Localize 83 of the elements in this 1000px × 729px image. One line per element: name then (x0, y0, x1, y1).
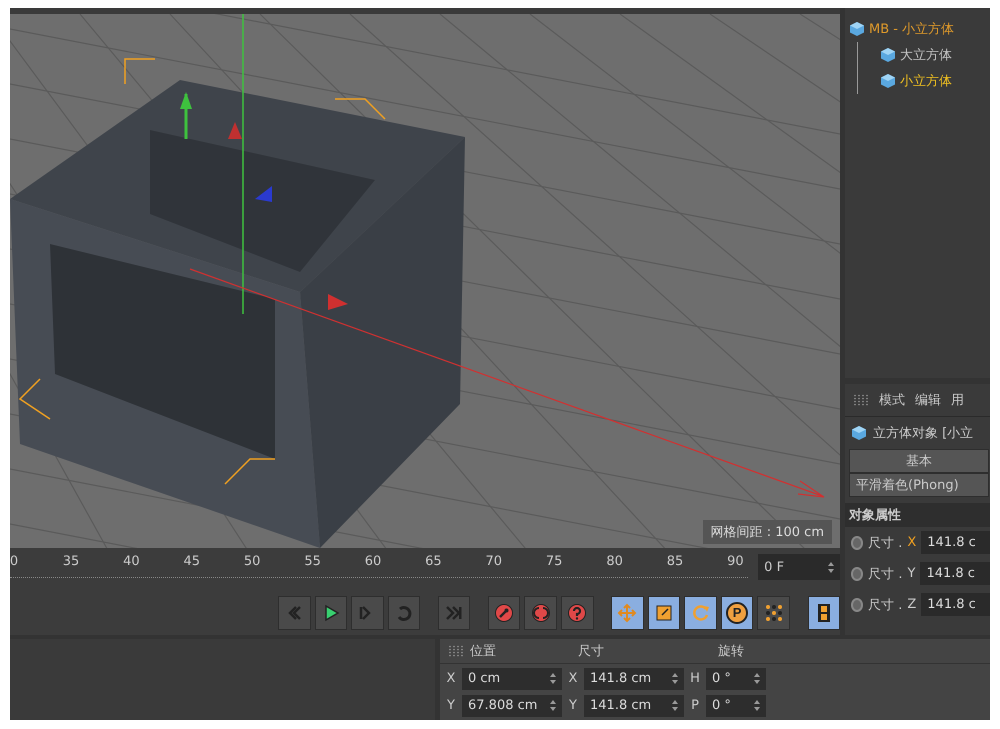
timeline-button[interactable] (808, 596, 840, 630)
animation-radio[interactable] (851, 566, 864, 580)
cube-icon (880, 47, 896, 63)
spinner-arrows-icon[interactable] (754, 673, 760, 684)
coordinate-field[interactable]: 0 cm (462, 668, 562, 690)
coordinate-field[interactable]: 141.8 cm (584, 668, 684, 690)
attribute-tab[interactable]: 基本 (849, 449, 989, 473)
animation-radio[interactable] (851, 598, 864, 612)
axis-label: X (446, 671, 456, 686)
frame-number: 90 (727, 554, 744, 569)
key-icon (494, 602, 514, 622)
frame-number: 0 (10, 554, 18, 569)
3d-viewport[interactable]: 网格间距 : 100 cm (10, 8, 840, 548)
menu-item[interactable]: 用 (951, 391, 964, 409)
rotate-icon (690, 602, 711, 622)
cube-icon (849, 21, 865, 37)
spinner-arrows-icon[interactable] (754, 700, 760, 711)
help-button[interactable] (561, 596, 594, 630)
column-header: 旋转 (718, 643, 745, 660)
axis-label: Z (907, 597, 916, 612)
autokey-icon (530, 602, 551, 622)
frame-number: 40 (123, 554, 140, 569)
tree-item[interactable]: MB - 小立方体 (869, 20, 954, 38)
frame-number: 85 (666, 554, 684, 569)
frame-number: 45 (184, 554, 200, 569)
record-button[interactable] (488, 596, 520, 630)
frame-number: 50 (244, 554, 260, 569)
move-icon (617, 602, 638, 622)
coordinate-field[interactable]: 67.808 cm (462, 694, 562, 716)
timeline-ruler[interactable]: 0 35 40 45 50 55 60 65 70 75 80 85 90 0 F (10, 548, 840, 590)
cube-icon (880, 73, 896, 89)
question-icon (567, 602, 588, 622)
spinner-arrows-icon[interactable] (672, 700, 678, 711)
size-field[interactable]: 141.8 c (920, 562, 990, 585)
cube-icon (851, 425, 867, 441)
current-frame-field[interactable]: 0 F (758, 554, 840, 580)
animation-radio[interactable] (851, 536, 864, 550)
coordinate-field[interactable]: 141.8 cm (584, 694, 684, 716)
grip-icon (853, 394, 869, 406)
tree-item[interactable]: 小立方体 (900, 72, 952, 90)
menu-item[interactable]: 模式 (879, 391, 905, 409)
axis-label: X (568, 671, 578, 686)
axis-label: Y (907, 566, 916, 581)
grid-spacing-label: 网格间距 : 100 cm (702, 520, 832, 544)
tree-item[interactable]: 大立方体 (900, 46, 952, 64)
axis-label: P (690, 698, 700, 713)
column-header: 尺寸 (578, 643, 605, 660)
field-label: 尺寸 . (868, 566, 902, 582)
axis-label: Y (446, 698, 456, 713)
play-button[interactable] (314, 596, 348, 630)
frame-number: 75 (546, 554, 562, 569)
column-header: 位置 (470, 643, 497, 660)
frame-number: 35 (62, 554, 80, 569)
frame-number: 80 (606, 554, 623, 569)
scale-icon (654, 602, 674, 622)
coordinate-field[interactable]: 0 ° (706, 694, 766, 716)
autokey-button[interactable] (524, 596, 558, 630)
coordinate-field[interactable]: 0 ° (706, 668, 766, 690)
spinner-arrows-icon[interactable] (672, 673, 678, 684)
frame-number: 65 (425, 554, 442, 569)
frame-number: 60 (364, 554, 382, 569)
attribute-tab[interactable]: 平滑着色(Phong) (849, 473, 989, 497)
points-mode-button[interactable]: P (720, 596, 754, 630)
scale-tool-button[interactable] (648, 596, 680, 630)
size-field[interactable]: 141.8 c (921, 531, 990, 554)
field-label: 尺寸 . (868, 534, 902, 552)
frame-number: 55 (304, 554, 321, 569)
size-field[interactable]: 141.8 c (921, 593, 990, 616)
object-title: 立方体对象 [小立 (873, 425, 974, 442)
rotate-tool-button[interactable] (684, 596, 717, 630)
frame-number: 70 (486, 554, 502, 569)
dot-grid-icon (764, 602, 784, 622)
move-tool-button[interactable] (611, 596, 644, 630)
section-header: 对象属性 (845, 503, 990, 527)
axis-label: H (689, 671, 701, 686)
points-grid-button[interactable] (757, 596, 790, 630)
spinner-arrows-icon[interactable] (550, 673, 556, 684)
spinner-arrows-icon[interactable] (828, 562, 834, 572)
axis-label: X (907, 535, 916, 550)
menu-item[interactable]: 编辑 (915, 391, 941, 409)
axis-label: Y (568, 698, 578, 713)
spinner-arrows-icon[interactable] (550, 700, 556, 711)
field-label: 尺寸 . (868, 596, 902, 614)
